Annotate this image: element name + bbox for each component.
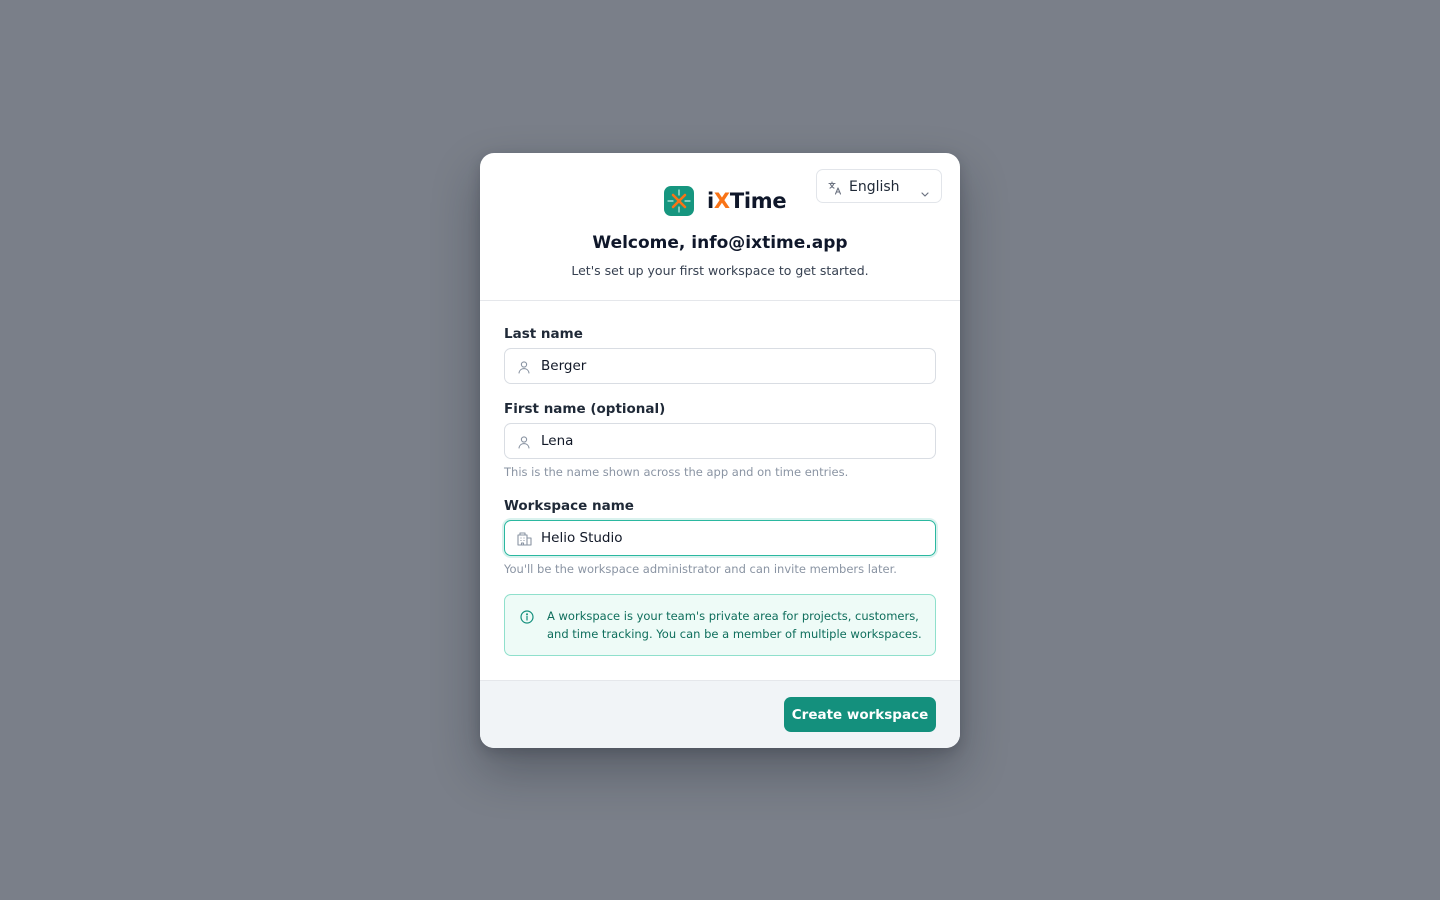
- workspace-name-label: Workspace name: [504, 498, 634, 514]
- brand: iXTime: [664, 185, 787, 216]
- brand-name-suffix: Time: [729, 188, 787, 213]
- last-name-input[interactable]: [541, 349, 921, 383]
- language-select-value: English: [849, 179, 900, 195]
- last-name-field[interactable]: [504, 348, 936, 384]
- translate-icon: [828, 180, 842, 199]
- user-icon: [517, 359, 531, 378]
- info-text: A workspace is your team's private area …: [547, 609, 922, 641]
- brand-name-prefix: i: [707, 188, 714, 213]
- language-select[interactable]: English: [816, 169, 942, 203]
- first-name-hint: This is the name shown across the app an…: [504, 465, 849, 479]
- brand-name: iXTime: [707, 188, 787, 213]
- dialog-footer: Create workspace: [480, 680, 960, 748]
- create-workspace-button[interactable]: Create workspace: [784, 697, 936, 732]
- workspace-name-input[interactable]: [541, 521, 921, 555]
- last-name-label: Last name: [504, 326, 583, 342]
- onboarding-dialog: iXTime English Welcome, info@ixtime.app …: [480, 153, 960, 748]
- page-title: Welcome, info@ixtime.app: [592, 233, 848, 253]
- info-icon: [520, 609, 534, 628]
- brand-name-accent: X: [713, 188, 730, 213]
- brand-logo-icon: [664, 185, 694, 216]
- workspace-name-hint: You'll be the workspace administrator an…: [504, 562, 897, 576]
- building-icon: [517, 531, 532, 550]
- chevron-down-icon: [920, 183, 930, 202]
- first-name-input[interactable]: [541, 424, 921, 458]
- first-name-label: First name (optional): [504, 401, 666, 417]
- dialog-header: iXTime English Welcome, info@ixtime.app …: [480, 153, 960, 301]
- first-name-field[interactable]: [504, 423, 936, 459]
- workspace-name-field[interactable]: [504, 520, 936, 556]
- workspace-info-callout: A workspace is your team's private area …: [504, 594, 936, 656]
- user-icon: [517, 434, 531, 453]
- page-subtitle: Let's set up your first workspace to get…: [571, 263, 869, 278]
